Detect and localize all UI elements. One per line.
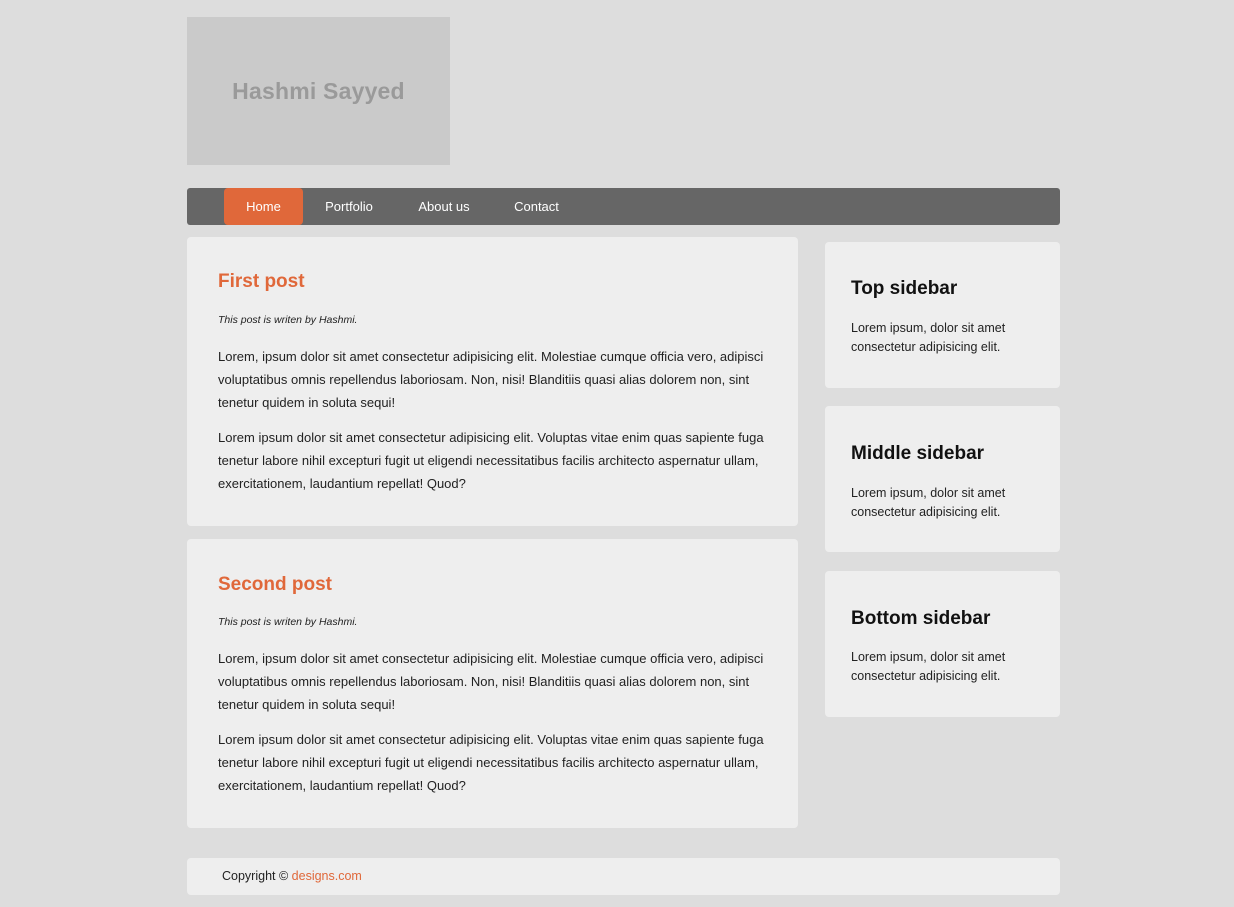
post-title[interactable]: Second post	[218, 574, 332, 596]
main-nav: Home Portfolio About us Contact	[187, 188, 1060, 225]
copyright-text: Copyright ©	[222, 869, 289, 883]
nav-item-portfolio[interactable]: Portfolio	[311, 188, 387, 225]
footer-copyright: Copyright © designs.com	[222, 858, 362, 895]
sidebar-text: Lorem ipsum, dolor sit amet consectetur …	[851, 486, 1006, 519]
post-meta: This post is writen by Hashmi.	[218, 616, 358, 628]
post-card: First post This post is writen by Hashmi…	[187, 237, 798, 526]
post-paragraph: Lorem ipsum dolor sit amet consectetur a…	[218, 430, 764, 491]
footer-link[interactable]: designs.com	[292, 869, 362, 883]
footer: Copyright © designs.com	[187, 858, 1060, 895]
post-title[interactable]: First post	[218, 271, 305, 293]
post-paragraph: Lorem ipsum dolor sit amet consectetur a…	[218, 732, 764, 793]
nav-item-about-us[interactable]: About us	[405, 188, 483, 225]
post-paragraph: Lorem, ipsum dolor sit amet consectetur …	[218, 651, 764, 712]
sidebar-middle: Middle sidebar Lorem ipsum, dolor sit am…	[825, 406, 1060, 552]
sidebar-text: Lorem ipsum, dolor sit amet consectetur …	[851, 650, 1006, 683]
nav-item-contact[interactable]: Contact	[500, 188, 573, 225]
sidebar-text: Lorem ipsum, dolor sit amet consectetur …	[851, 321, 1006, 354]
sidebar-title: Middle sidebar	[851, 443, 985, 464]
sidebar-top: Top sidebar Lorem ipsum, dolor sit amet …	[825, 242, 1060, 388]
site-logo-text: Hashmi Sayyed	[232, 77, 405, 104]
sidebar-bottom: Bottom sidebar Lorem ipsum, dolor sit am…	[825, 571, 1060, 717]
sidebar-title: Bottom sidebar	[851, 608, 991, 629]
post-card: Second post This post is writen by Hashm…	[187, 539, 798, 828]
post-meta: This post is writen by Hashmi.	[218, 314, 358, 326]
logo-box: Hashmi Sayyed	[187, 17, 450, 165]
post-paragraph: Lorem, ipsum dolor sit amet consectetur …	[218, 349, 764, 410]
nav-item-home[interactable]: Home	[224, 188, 303, 225]
sidebar-title: Top sidebar	[851, 278, 958, 299]
